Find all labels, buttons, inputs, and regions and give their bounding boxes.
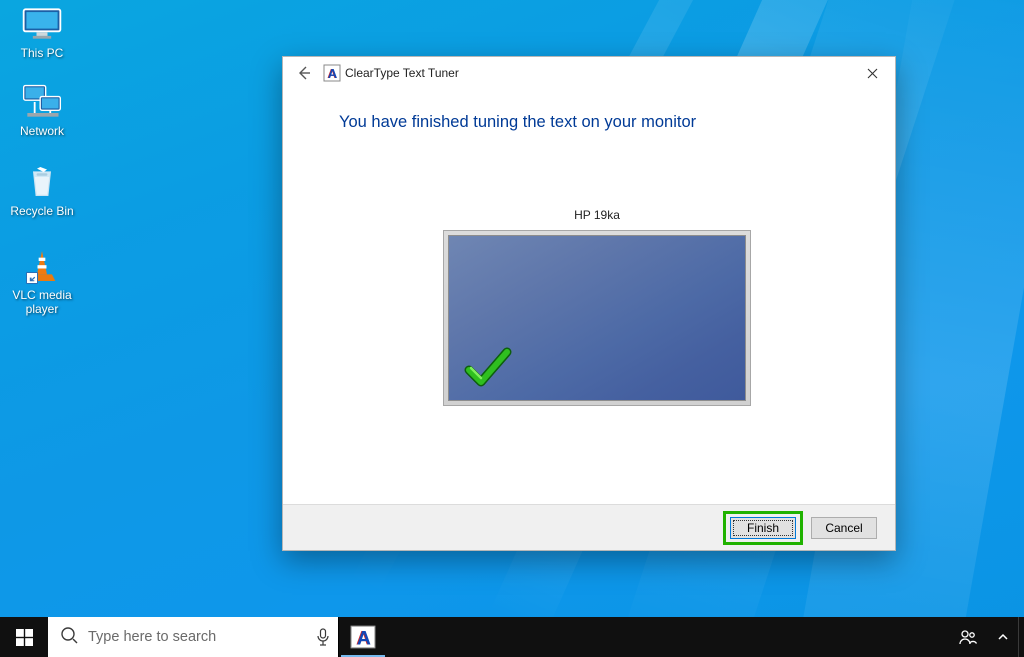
monitor-preview-screen: [448, 235, 746, 401]
dialog-footer: Finish Cancel: [283, 504, 895, 550]
monitor-icon: [18, 4, 66, 44]
back-button[interactable]: [289, 59, 319, 87]
desktop-icon-label: This PC: [21, 46, 64, 60]
desktop-icon-recycle-bin[interactable]: Recycle Bin: [4, 162, 80, 218]
finish-button[interactable]: Finish: [730, 517, 796, 539]
desktop-icon-vlc[interactable]: VLC media player: [4, 246, 80, 317]
desktop-icon-label: VLC media player: [4, 288, 80, 317]
svg-text:A: A: [328, 66, 338, 81]
search-placeholder: Type here to search: [88, 629, 306, 645]
cleartype-app-icon: A A: [350, 624, 376, 650]
close-button[interactable]: [849, 58, 895, 88]
desktop: This PC Network Recycle Bin: [0, 0, 1024, 657]
tray-overflow-chevron[interactable]: [988, 617, 1018, 657]
taskbar: Type here to search A A: [0, 617, 1024, 657]
vlc-cone-icon: [18, 246, 66, 286]
desktop-icon-network[interactable]: Network: [4, 82, 80, 138]
monitor-preview-frame: [443, 230, 751, 406]
dialog-body: You have finished tuning the text on you…: [283, 89, 895, 504]
network-icon: [18, 82, 66, 122]
dialog-titlebar: A A ClearType Text Tuner: [283, 57, 895, 89]
recycle-bin-icon: [18, 162, 66, 202]
cancel-button[interactable]: Cancel: [811, 517, 877, 539]
system-tray: [948, 617, 1024, 657]
windows-logo-icon: [16, 629, 33, 646]
tray-people-icon[interactable]: [948, 617, 988, 657]
cleartype-dialog: A A ClearType Text Tuner You have finish…: [282, 56, 896, 551]
shortcut-arrow-icon: [26, 272, 38, 284]
checkmark-icon: [463, 346, 513, 390]
chevron-up-icon: [997, 631, 1009, 643]
search-icon: [60, 626, 78, 649]
desktop-icon-label: Recycle Bin: [10, 204, 73, 218]
dialog-heading: You have finished tuning the text on you…: [339, 113, 855, 132]
svg-text:A: A: [357, 628, 371, 650]
tutorial-highlight: Finish: [723, 511, 803, 545]
show-desktop-button[interactable]: [1018, 617, 1024, 657]
start-button[interactable]: [0, 617, 48, 657]
microphone-icon[interactable]: [316, 628, 330, 646]
monitor-name-label: HP 19ka: [574, 208, 620, 222]
desktop-icon-label: Network: [20, 124, 64, 138]
taskbar-app-cleartype[interactable]: A A: [339, 617, 387, 657]
dialog-title: ClearType Text Tuner: [345, 66, 459, 80]
taskbar-search[interactable]: Type here to search: [48, 617, 338, 657]
desktop-icon-this-pc[interactable]: This PC: [4, 4, 80, 60]
cleartype-app-icon: A A: [323, 64, 341, 82]
